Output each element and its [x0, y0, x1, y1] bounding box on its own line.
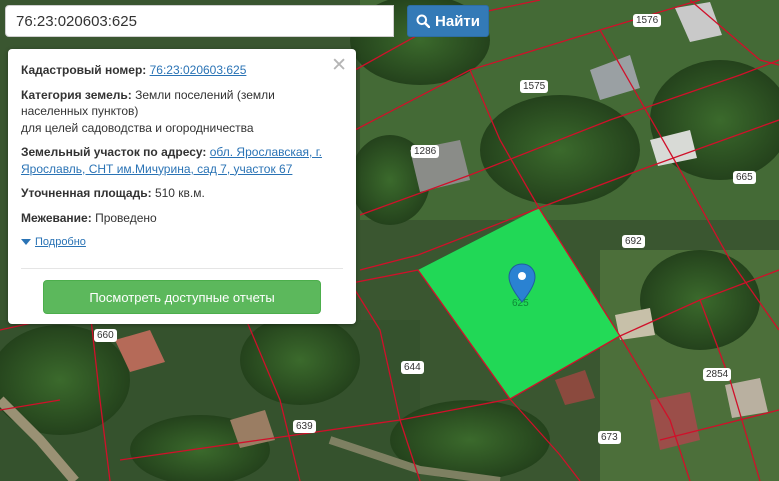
- land-category-label: Категория земель:: [21, 87, 132, 102]
- details-link-label: Подробно: [35, 236, 86, 248]
- land-category-purpose: для целей садоводства и огородничества: [21, 120, 254, 135]
- parcel-info-popup: ✕ Кадастровый номер: 76:23:020603:625 Ка…: [8, 49, 356, 324]
- divider: [21, 268, 343, 269]
- parcel-label[interactable]: 2854: [703, 368, 732, 381]
- land-category-row: Категория земель: Земли поселений (земли…: [21, 87, 343, 137]
- details-link[interactable]: Подробно: [21, 234, 343, 251]
- survey-label: Межевание:: [21, 210, 92, 225]
- cadastral-number-row: Кадастровый номер: 76:23:020603:625: [21, 62, 343, 79]
- search-button[interactable]: Найти: [407, 5, 489, 37]
- survey-row: Межевание: Проведено: [21, 210, 343, 227]
- area-value: 510 кв.м.: [154, 186, 205, 200]
- view-reports-button[interactable]: Посмотреть доступные отчеты: [43, 280, 321, 314]
- parcel-label[interactable]: 644: [401, 361, 424, 374]
- parcel-label[interactable]: 673: [598, 431, 621, 444]
- search-icon: [416, 14, 431, 28]
- survey-value: Проведено: [95, 210, 157, 225]
- parcel-label[interactable]: 1576: [633, 14, 662, 27]
- search-button-label: Найти: [435, 12, 480, 30]
- address-row: Земельный участок по адресу: обл. Яросла…: [21, 144, 343, 177]
- cadastral-number-label: Кадастровый номер:: [21, 63, 147, 77]
- close-icon[interactable]: ✕: [331, 56, 347, 75]
- area-row: Уточненная площадь: 510 кв.м.: [21, 185, 343, 202]
- parcel-label[interactable]: 665: [733, 171, 756, 184]
- parcel-label[interactable]: 639: [293, 420, 316, 433]
- cadastral-number-link[interactable]: 76:23:020603:625: [150, 63, 247, 77]
- address-label: Земельный участок по адресу:: [21, 145, 207, 159]
- parcel-label[interactable]: 660: [94, 329, 117, 342]
- parcel-label[interactable]: 1575: [520, 80, 549, 93]
- parcel-label[interactable]: 692: [622, 235, 645, 248]
- area-label: Уточненная площадь:: [21, 186, 152, 200]
- triangle-down-icon: [21, 239, 31, 246]
- parcel-label[interactable]: 1286: [411, 145, 440, 158]
- search-input[interactable]: [5, 5, 394, 37]
